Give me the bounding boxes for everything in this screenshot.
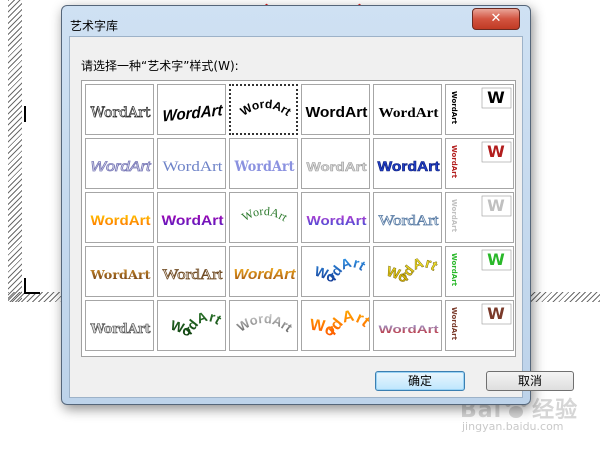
wordart-style-4-3[interactable]: WordArt (229, 246, 298, 297)
wordart-sample-text: WordArt (163, 267, 224, 283)
wordart-style-5-3[interactable]: WordArt (229, 300, 298, 351)
watermark-url: jingyan.baidu.com (462, 420, 564, 433)
wordart-sample-text: WordArt (239, 204, 290, 225)
ok-button-label: 确定 (407, 374, 432, 388)
wordart-style-3-5[interactable]: WordArt (373, 192, 442, 243)
wordart-style-2-2[interactable]: WordArt (157, 138, 226, 189)
wordart-sample-text: WordArt (309, 307, 370, 340)
cancel-button-label: 取消 (517, 374, 542, 388)
wordart-style-3-3[interactable]: WordArt (229, 192, 298, 243)
wordart-sample-text: WordArt (378, 158, 440, 174)
wordart-sample-text: WordArt (163, 101, 224, 125)
wordart-style-5-2[interactable]: WordArt (157, 300, 226, 351)
wordart-style-4-6[interactable]: WordArt W (445, 246, 514, 297)
wordart-style-2-3[interactable]: WordArt (229, 138, 298, 189)
wordart-style-5-5[interactable]: WordArt (373, 300, 442, 351)
wordart-sample-text: WordArt (313, 254, 369, 285)
wordart-sample-text: WordArt (91, 158, 152, 174)
text-cursor (24, 106, 26, 122)
wordart-sample-text: WordArt (163, 159, 224, 175)
wordart-sample-text: WordArt (450, 91, 458, 125)
wordart-sample-text: WordArt (91, 212, 151, 228)
page-margin-hatch-left (8, 0, 22, 302)
wordart-style-4-1[interactable]: WordArt (85, 246, 154, 297)
wordart-style-3-1[interactable]: WordArt (85, 192, 154, 243)
wordart-sample-text: WordArt (450, 199, 458, 233)
wordart-initial: W (487, 142, 505, 161)
wordart-style-3-4[interactable]: WordArt (301, 192, 370, 243)
wordart-sample-text: WordArt (234, 311, 295, 336)
wordart-style-1-1[interactable]: WordArt (85, 84, 154, 135)
close-icon: ✕ (490, 11, 502, 26)
cancel-button[interactable]: 取消 (486, 371, 574, 391)
dialog-title: 艺术字库 (70, 19, 119, 33)
wordart-gallery-dialog: 艺术字库 ✕ 请选择一种“艺术字”样式(W): WordArt WordArt Wo… (61, 5, 574, 405)
wordart-style-3-6[interactable]: WordArt W (445, 192, 514, 243)
wordart-style-2-1[interactable]: WordArt (85, 138, 154, 189)
ok-button[interactable]: 确定 (375, 371, 465, 391)
wordart-sample-text: WordArt (450, 253, 458, 287)
page-corner-mark (24, 278, 40, 294)
wordart-sample-text: WordArt (307, 160, 367, 174)
wordart-style-2-5[interactable]: WordArt (373, 138, 442, 189)
wordart-sample-text: WordArt (238, 97, 294, 119)
wordart-style-1-4[interactable]: WordArt (301, 84, 370, 135)
wordart-sample-text: WordArt (234, 266, 297, 283)
close-button[interactable]: ✕ (472, 8, 520, 30)
wordart-sample-text: WordArt (234, 159, 295, 175)
wordart-initial: W (487, 88, 505, 107)
style-prompt-label: 请选择一种“艺术字”样式(W): (81, 59, 239, 73)
wordart-sample-text: WordArt (91, 105, 151, 121)
wordart-initial: W (487, 250, 505, 269)
wordart-style-1-2[interactable]: WordArt (157, 84, 226, 135)
wordart-sample-text: WordArt (450, 145, 458, 179)
wordart-style-4-5[interactable]: WordArt (373, 246, 442, 297)
wordart-sample-text: WordArt (90, 322, 151, 337)
wordart-style-2-6[interactable]: WordArt W (445, 138, 514, 189)
wordart-sample-text: WordArt (307, 213, 368, 228)
wordart-style-5-1[interactable]: WordArt (85, 300, 154, 351)
wordart-sample-text: WordArt (385, 254, 441, 285)
wordart-sample-text: WordArt (379, 213, 440, 229)
wordart-initial: W (487, 196, 505, 215)
wordart-style-grid: WordArt WordArt WordArt WordArt WordArt WordA… (81, 80, 516, 357)
wordart-style-2-4[interactable]: WordArt (301, 138, 370, 189)
wordart-sample-text: WordArt (169, 308, 225, 339)
wordart-sample-text: WordArt (306, 104, 368, 121)
wordart-sample-text: WordArt (379, 324, 439, 336)
wordart-style-1-5[interactable]: WordArt (373, 84, 442, 135)
wordart-style-5-4[interactable]: WordArt (301, 300, 370, 351)
wordart-style-5-6[interactable]: WordArt W (445, 300, 514, 351)
wordart-style-4-2[interactable]: WordArt (157, 246, 226, 297)
wordart-sample-text: WordArt (450, 307, 458, 341)
wordart-style-1-3[interactable]: WordArt (229, 84, 298, 135)
wordart-sample-text: WordArt (162, 212, 224, 228)
wordart-sample-text: WordArt (89, 268, 151, 282)
wordart-style-4-4[interactable]: WordArt (301, 246, 370, 297)
wordart-style-3-2[interactable]: WordArt (157, 192, 226, 243)
dialog-body: 请选择一种“艺术字”样式(W): WordArt WordArt WordArt Wo… (69, 36, 574, 398)
wordart-initial: W (487, 304, 505, 323)
wordart-sample-text: WordArt (379, 106, 439, 121)
wordart-style-1-6[interactable]: WordArt W (445, 84, 514, 135)
